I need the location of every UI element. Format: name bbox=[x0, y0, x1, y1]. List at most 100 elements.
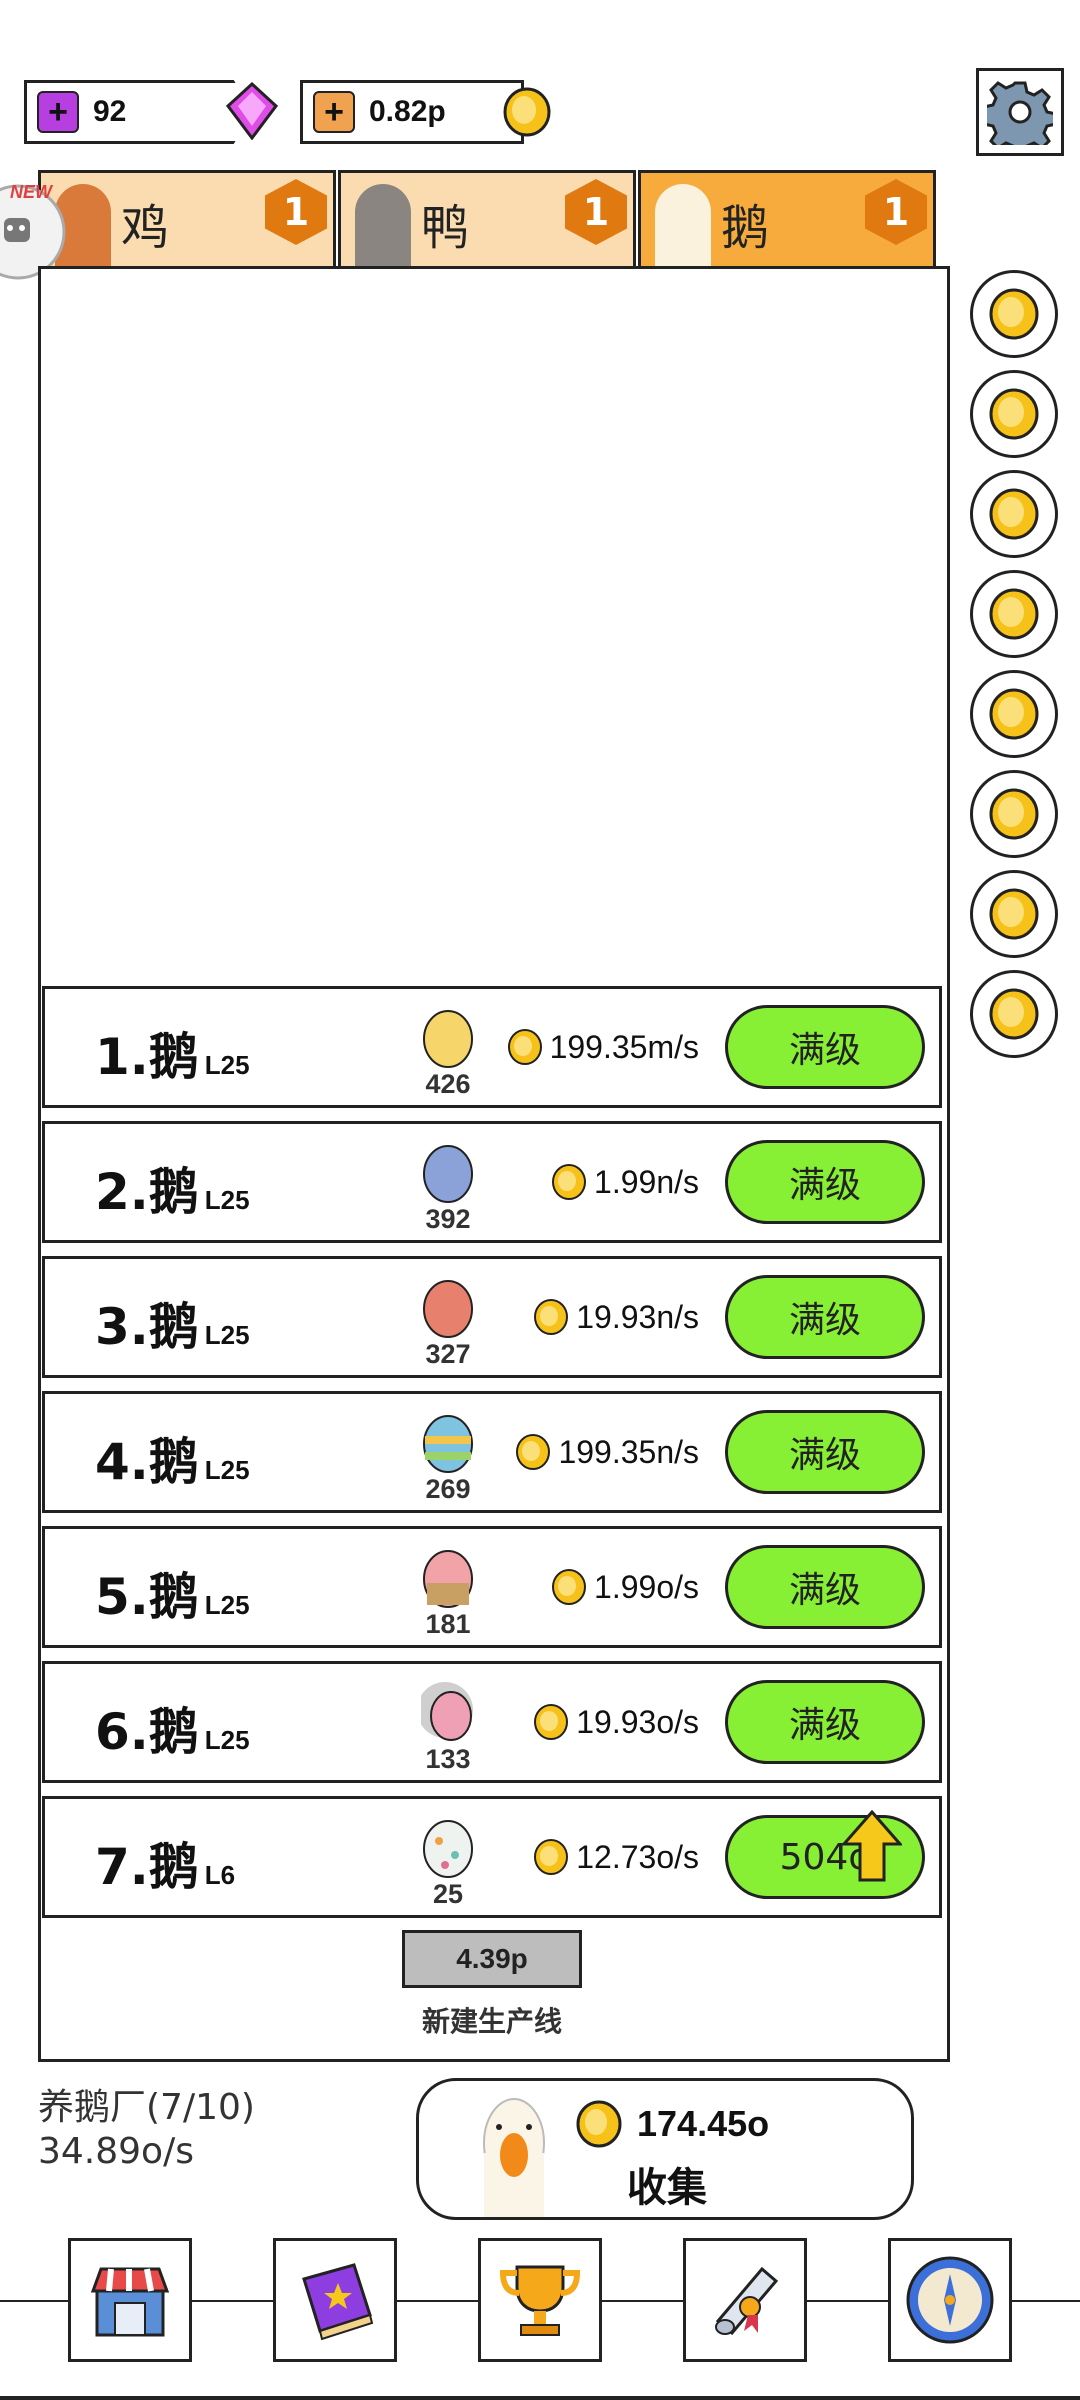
coin-rate: 199.35n/s bbox=[514, 1432, 699, 1472]
coin-icon bbox=[989, 788, 1039, 840]
scroll-icon bbox=[715, 2266, 779, 2336]
coin-count: 0.82p bbox=[369, 95, 446, 128]
production-row: 4.鹅 L25 269 199.35n/s 满级 bbox=[42, 1391, 942, 1513]
add-coins-button[interactable]: + bbox=[313, 91, 355, 133]
egg-icon bbox=[423, 1550, 473, 1608]
tab-chicken[interactable]: 鸡 1 bbox=[38, 170, 336, 266]
coin-icon bbox=[552, 1164, 587, 1200]
side-coin-button[interactable] bbox=[970, 770, 1058, 858]
side-coin-button[interactable] bbox=[970, 370, 1058, 458]
settings-button[interactable] bbox=[976, 68, 1064, 156]
coin-icon bbox=[534, 1299, 569, 1335]
factory-rate: 34.89o/s bbox=[38, 2131, 194, 2172]
screen-bottom-border bbox=[0, 2396, 1080, 2400]
nav-scroll-button[interactable] bbox=[683, 2238, 807, 2362]
book-icon bbox=[302, 2263, 374, 2341]
coin-icon bbox=[534, 1839, 569, 1875]
line-name: 4.鹅 L25 bbox=[95, 1433, 250, 1491]
egg-count: 25 bbox=[432, 1879, 464, 1909]
coin-icon bbox=[576, 2100, 622, 2148]
production-row: 2.鹅 L25 392 1.99n/s 满级 bbox=[42, 1121, 942, 1243]
line-name: 1.鹅 L25 bbox=[95, 1028, 250, 1086]
coin-icon bbox=[989, 688, 1039, 740]
egg-icon bbox=[423, 1820, 473, 1878]
line-name: 7.鹅 L6 bbox=[95, 1838, 236, 1896]
svg-text:NEW: NEW bbox=[10, 182, 54, 202]
max-level-button[interactable]: 满级 bbox=[725, 1410, 925, 1494]
tab-goose[interactable]: 鹅 1 bbox=[638, 170, 936, 266]
factory-info: 养鹅厂(7/10) 34.89o/s bbox=[38, 2086, 255, 2174]
coin-icon bbox=[989, 488, 1039, 540]
production-row: 5.鹅 L25 181 1.99o/s 满级 bbox=[42, 1526, 942, 1648]
compass-icon bbox=[906, 2256, 994, 2344]
level-badge: 1 bbox=[265, 179, 327, 245]
egg-count: 269 bbox=[425, 1474, 471, 1504]
trophy-icon bbox=[499, 2265, 581, 2336]
tab-duck[interactable]: 鸭 1 bbox=[338, 170, 636, 266]
line-level: L6 bbox=[204, 1860, 236, 1890]
coin-icon bbox=[989, 588, 1039, 640]
coin-rate: 19.93o/s bbox=[532, 1702, 699, 1742]
side-coin-button[interactable] bbox=[970, 470, 1058, 558]
level-badge: 1 bbox=[565, 179, 627, 245]
goose-icon bbox=[655, 184, 711, 266]
coin-rate: 199.35m/s bbox=[506, 1027, 699, 1067]
gem-counter[interactable]: + 92 bbox=[24, 80, 252, 144]
coin-rate: 1.99n/s bbox=[550, 1162, 699, 1202]
side-coin-button[interactable] bbox=[970, 270, 1058, 358]
nav-trophy-button[interactable] bbox=[478, 2238, 602, 2362]
egg-icon bbox=[423, 1010, 473, 1068]
factory-title: 养鹅厂(7/10) bbox=[38, 2087, 255, 2128]
nav-book-button[interactable] bbox=[273, 2238, 397, 2362]
nav-compass-button[interactable] bbox=[888, 2238, 1012, 2362]
side-coin-button[interactable] bbox=[970, 870, 1058, 958]
build-line-button[interactable]: 4.39p bbox=[402, 1930, 582, 1988]
coin-counter[interactable]: + 0.82p bbox=[300, 80, 524, 144]
coin-icon bbox=[989, 288, 1039, 340]
coin-icon bbox=[503, 87, 551, 137]
egg-icon bbox=[423, 1415, 473, 1473]
line-name: 2.鹅 L25 bbox=[95, 1163, 250, 1221]
line-name: 6.鹅 L25 bbox=[95, 1703, 250, 1761]
add-gems-button[interactable]: + bbox=[37, 91, 79, 133]
max-level-button[interactable]: 满级 bbox=[725, 1275, 925, 1359]
coin-icon bbox=[989, 888, 1039, 940]
coin-rate: 19.93n/s bbox=[532, 1297, 699, 1337]
coin-rate: 1.99o/s bbox=[550, 1567, 699, 1607]
max-level-button[interactable]: 满级 bbox=[725, 1680, 925, 1764]
coin-icon bbox=[534, 1704, 569, 1740]
gem-count: 92 bbox=[93, 95, 127, 128]
egg-icon bbox=[421, 1682, 473, 1741]
line-level: L25 bbox=[204, 1320, 250, 1350]
line-level: L25 bbox=[204, 1590, 250, 1620]
tab-label: 鹅 bbox=[721, 200, 770, 256]
side-coin-button[interactable] bbox=[970, 570, 1058, 658]
news-badge[interactable]: NEW bbox=[0, 176, 76, 280]
line-level: L25 bbox=[204, 1185, 250, 1215]
line-name: 3.鹅 L25 bbox=[95, 1298, 250, 1356]
line-level: L25 bbox=[204, 1455, 250, 1485]
max-level-button[interactable]: 满级 bbox=[725, 1005, 925, 1089]
coin-rate: 12.73o/s bbox=[532, 1837, 699, 1877]
line-name: 5.鹅 L25 bbox=[95, 1568, 250, 1626]
coin-icon bbox=[507, 1029, 542, 1065]
egg-count: 327 bbox=[425, 1339, 471, 1369]
egg-count: 133 bbox=[425, 1744, 471, 1774]
line-level: L25 bbox=[204, 1725, 250, 1755]
side-coin-button[interactable] bbox=[970, 670, 1058, 758]
tab-label: 鸡 bbox=[121, 200, 170, 256]
animal-tabs: 鸡 1 鸭 1 鹅 1 bbox=[38, 170, 938, 266]
egg-count: 426 bbox=[425, 1069, 471, 1099]
nav-shop-button[interactable] bbox=[68, 2238, 192, 2362]
max-level-button[interactable]: 满级 bbox=[725, 1545, 925, 1629]
side-coin-button[interactable] bbox=[970, 970, 1058, 1058]
shop-icon bbox=[90, 2267, 170, 2337]
coin-icon bbox=[516, 1434, 551, 1470]
collect-button[interactable]: 174.45o 收集 bbox=[416, 2078, 914, 2220]
build-line-label: 新建生产线 bbox=[421, 2005, 562, 2038]
max-level-button[interactable]: 满级 bbox=[725, 1140, 925, 1224]
production-row: 6.鹅 L25 133 19.93o/s 满级 bbox=[42, 1661, 942, 1783]
collect-label: 收集 bbox=[627, 2165, 707, 2211]
duck-icon bbox=[355, 184, 411, 266]
coin-icon bbox=[989, 388, 1039, 440]
